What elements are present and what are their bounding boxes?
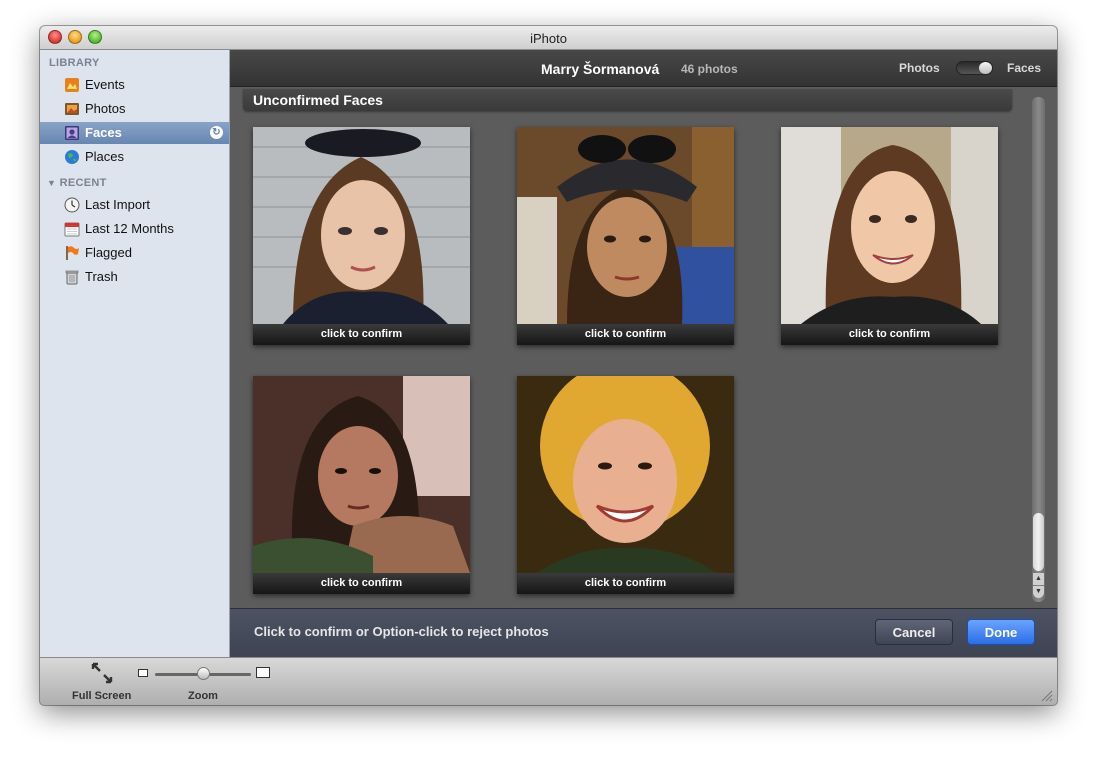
resize-grip-icon[interactable] <box>1039 688 1053 702</box>
trash-icon <box>65 270 79 285</box>
cancel-button[interactable]: Cancel <box>875 619 953 645</box>
sidebar-item-photos[interactable]: Photos <box>40 98 229 120</box>
faces-header: Marry Šormanová 46 photos Photos Faces <box>230 50 1057 87</box>
face-tile[interactable]: click to confirm <box>253 127 470 345</box>
person-name[interactable]: Marry Šormanová <box>541 61 659 77</box>
face-tile[interactable]: click to confirm <box>517 127 734 345</box>
sync-icon[interactable]: ↻ <box>210 126 223 139</box>
face-tile[interactable]: click to confirm <box>517 376 734 594</box>
sidebar-item-label: Faces <box>85 125 122 140</box>
zoom-in-icon[interactable] <box>256 667 270 678</box>
face-tile[interactable]: click to confirm <box>781 127 998 345</box>
done-button[interactable]: Done <box>967 619 1035 645</box>
toggle-knob <box>979 62 992 74</box>
face-photo <box>781 127 998 324</box>
sidebar-item-faces[interactable]: Faces ↻ <box>40 122 229 144</box>
toggle-faces-label[interactable]: Faces <box>1007 61 1041 75</box>
flag-icon <box>66 246 79 260</box>
confirm-caption[interactable]: click to confirm <box>517 573 734 594</box>
title-bar: iPhoto <box>40 26 1057 50</box>
sidebar-item-label: Last 12 Months <box>85 221 174 236</box>
sidebar-item-last-12-months[interactable]: Last 12 Months <box>40 218 229 240</box>
section-title: Unconfirmed Faces <box>253 92 383 108</box>
iphoto-window: iPhoto LIBRARY Events Photos Faces ↻ Pla… <box>40 26 1057 705</box>
confirm-caption[interactable]: click to confirm <box>781 324 998 345</box>
scroll-up-arrow-icon[interactable]: ▲ <box>1033 573 1044 585</box>
sidebar-item-flagged[interactable]: Flagged <box>40 242 229 264</box>
toggle-photos-label[interactable]: Photos <box>899 61 940 75</box>
scroll-down-arrow-icon[interactable]: ▼ <box>1033 586 1044 598</box>
zoom-label: Zoom <box>188 690 218 702</box>
faces-content: Unconfirmed Faces click to confirm click… <box>230 87 1057 608</box>
full-screen-icon <box>91 662 113 684</box>
events-icon <box>65 78 79 92</box>
confirm-caption[interactable]: click to confirm <box>517 324 734 345</box>
disclosure-triangle-icon: ▼ <box>47 178 57 188</box>
library-header: LIBRARY <box>49 57 100 69</box>
sidebar-item-label: Last Import <box>85 197 151 212</box>
calendar-icon <box>64 222 80 237</box>
sidebar-item-label: Events <box>85 77 125 92</box>
last-import-icon <box>64 197 80 213</box>
faces-icon <box>65 126 79 140</box>
face-photo <box>517 376 734 573</box>
sidebar-item-label: Photos <box>85 101 126 116</box>
confirm-caption[interactable]: click to confirm <box>253 573 470 594</box>
sidebar-item-label: Places <box>85 149 125 164</box>
zoom-slider-knob[interactable] <box>197 667 210 680</box>
zoom-out-icon[interactable] <box>138 669 148 677</box>
photos-faces-toggle[interactable] <box>956 61 993 75</box>
sidebar-item-events[interactable]: Events <box>40 74 229 96</box>
full-screen-label: Full Screen <box>72 690 132 702</box>
confirm-hint: Click to confirm or Option-click to reje… <box>254 624 549 639</box>
face-tile[interactable]: click to confirm <box>253 376 470 594</box>
sidebar-item-places[interactable]: Places <box>40 146 229 168</box>
bottom-toolbar: Full Screen Zoom <box>40 657 1057 705</box>
places-icon <box>65 150 79 164</box>
sidebar-item-trash[interactable]: Trash <box>40 266 229 288</box>
photo-count: 46 photos <box>681 62 738 76</box>
confirm-bar: Click to confirm or Option-click to reje… <box>230 608 1057 657</box>
photos-icon <box>65 103 79 115</box>
sidebar-item-label: Flagged <box>85 245 132 260</box>
confirm-caption[interactable]: click to confirm <box>253 324 470 345</box>
recent-header-label: RECENT <box>59 177 107 189</box>
sidebar-item-last-import[interactable]: Last Import <box>40 194 229 216</box>
section-banner: Unconfirmed Faces <box>243 89 1012 111</box>
face-photo <box>517 127 734 324</box>
sidebar: LIBRARY Events Photos Faces ↻ Places ▼ R… <box>40 50 230 657</box>
scrollbar-thumb[interactable] <box>1033 513 1044 571</box>
sidebar-item-label: Trash <box>85 269 118 284</box>
face-photo <box>253 127 470 324</box>
recent-header[interactable]: ▼ RECENT <box>47 177 107 189</box>
window-title: iPhoto <box>530 31 567 46</box>
face-photo <box>253 376 470 573</box>
